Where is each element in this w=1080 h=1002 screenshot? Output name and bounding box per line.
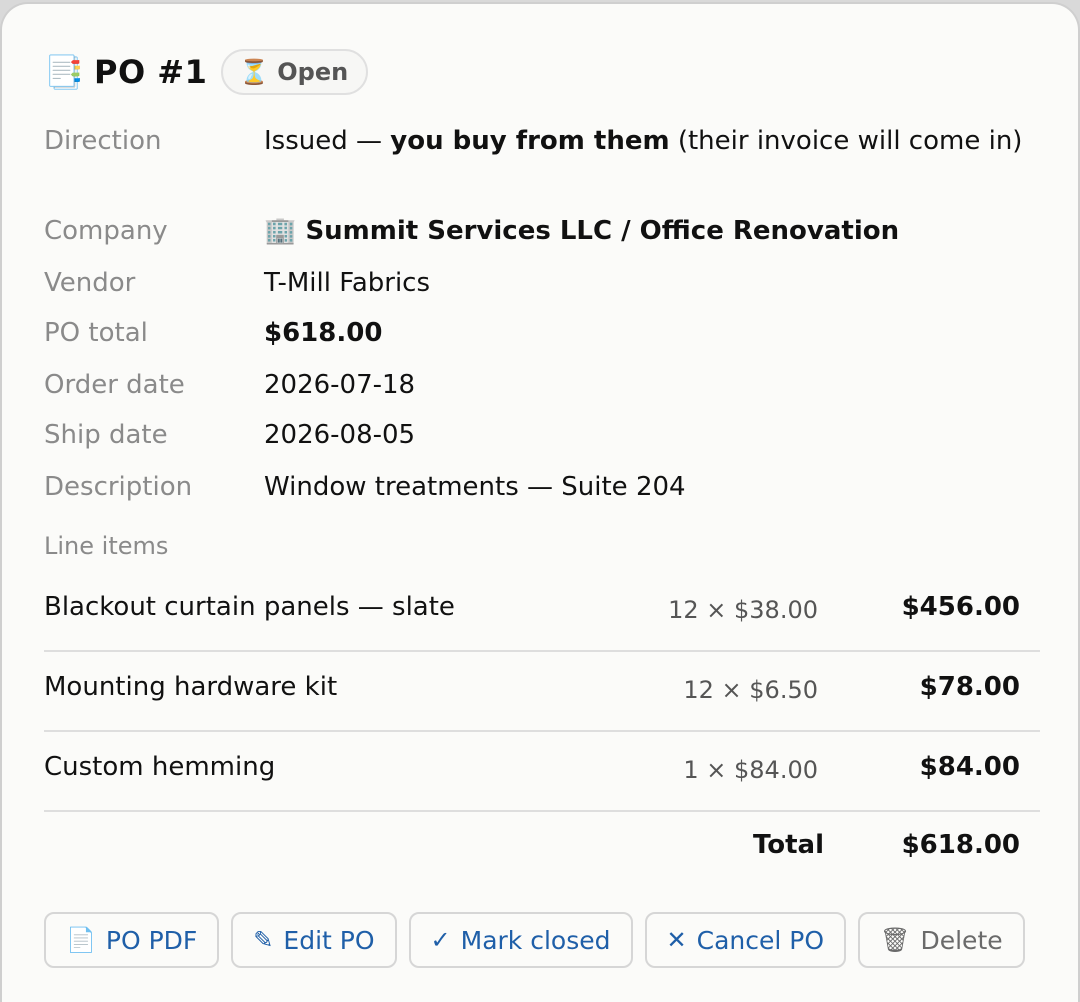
page-title: PO #1 [94, 53, 208, 91]
document-icon: 📄 [66, 926, 96, 954]
button-label: Cancel PO [696, 925, 825, 955]
field-company: Company 🏢 Summit Services LLC / Office R… [44, 212, 1044, 250]
total-label: Total [752, 830, 824, 860]
line-item-name: Custom hemming [44, 752, 276, 782]
button-label: PO PDF [105, 925, 198, 955]
field-ship-date: Ship date 2026-08-05 [44, 416, 1044, 454]
line-items-total-row: Total $618.00 [44, 830, 1040, 870]
line-item-row: Mounting hardware kit 12 × $6.50 $78.00 [44, 652, 1040, 732]
line-item-amount: $84.00 [919, 752, 1020, 782]
office-building-icon: 🏢 [264, 216, 297, 246]
field-label: Order date [44, 370, 185, 400]
field-value: Window treatments — Suite 204 [264, 472, 686, 502]
field-label: PO total [44, 318, 148, 348]
direction-prefix: Issued — [264, 126, 391, 156]
status-badge-label: Open [277, 58, 349, 86]
line-item-amount: $78.00 [919, 672, 1020, 702]
cancel-po-button[interactable]: ✕ Cancel PO [644, 912, 847, 968]
line-item-row: Blackout curtain panels — slate 12 × $38… [44, 572, 1040, 652]
line-item-qty: 12 × $6.50 [683, 676, 818, 704]
pencil-icon: ✎ [253, 926, 274, 954]
mark-closed-button[interactable]: ✓ Mark closed [408, 912, 633, 968]
field-label: Ship date [44, 420, 168, 450]
field-value: 🏢 Summit Services LLC / Office Renovatio… [264, 212, 1034, 250]
company-name: Summit Services LLC / Office Renovation [305, 216, 900, 246]
field-direction: Direction Issued — you buy from them (th… [44, 122, 1044, 198]
trash-icon: 🗑 [880, 926, 911, 954]
edit-po-button[interactable]: ✎ Edit PO [231, 912, 397, 968]
bookmark-tabs-icon: 📑 [44, 53, 84, 91]
checkmark-icon: ✓ [430, 926, 451, 954]
field-value: 2026-08-05 [264, 420, 416, 450]
field-label: Company [44, 216, 168, 246]
total-amount: $618.00 [901, 830, 1020, 860]
line-item-name: Mounting hardware kit [44, 672, 338, 702]
field-vendor: Vendor T-Mill Fabrics [44, 264, 1044, 302]
field-value: T-Mill Fabrics [264, 268, 431, 298]
po-header: 📑 PO #1 ⏳ Open [44, 49, 369, 95]
field-label: Direction [44, 126, 162, 156]
action-bar: 📄 PO PDF ✎ Edit PO ✓ Mark closed ✕ Cance… [44, 912, 1025, 968]
line-items-heading: Line items [44, 532, 169, 560]
close-icon: ✕ [666, 926, 687, 954]
po-pdf-button[interactable]: 📄 PO PDF [44, 912, 220, 968]
line-item-amount: $456.00 [901, 592, 1020, 622]
field-po-total: PO total $618.00 [44, 314, 1044, 352]
line-item-qty: 12 × $38.00 [668, 596, 818, 624]
delete-button[interactable]: 🗑 Delete [858, 912, 1025, 968]
line-item-name: Blackout curtain panels — slate [44, 592, 455, 622]
button-label: Mark closed [460, 925, 611, 955]
hourglass-icon: ⏳ [239, 58, 270, 86]
button-label: Edit PO [283, 925, 375, 955]
field-order-date: Order date 2026-07-18 [44, 366, 1044, 404]
field-description: Description Window treatments — Suite 20… [44, 468, 1044, 506]
line-item-row: Custom hemming 1 × $84.00 $84.00 [44, 732, 1040, 812]
direction-suffix: (their invoice will come in) [669, 126, 1023, 156]
field-value: $618.00 [264, 318, 383, 348]
line-item-qty: 1 × $84.00 [683, 756, 818, 784]
field-label: Description [44, 472, 193, 502]
field-value: 2026-07-18 [264, 370, 416, 400]
po-detail-card: 📑 PO #1 ⏳ Open Direction Issued — you bu… [0, 2, 1080, 1002]
status-badge: ⏳ Open [221, 49, 369, 95]
direction-emphasis: you buy from them [390, 126, 670, 156]
field-label: Vendor [44, 268, 136, 298]
field-value: Issued — you buy from them (their invoic… [264, 122, 1034, 160]
button-label: Delete [920, 925, 1003, 955]
